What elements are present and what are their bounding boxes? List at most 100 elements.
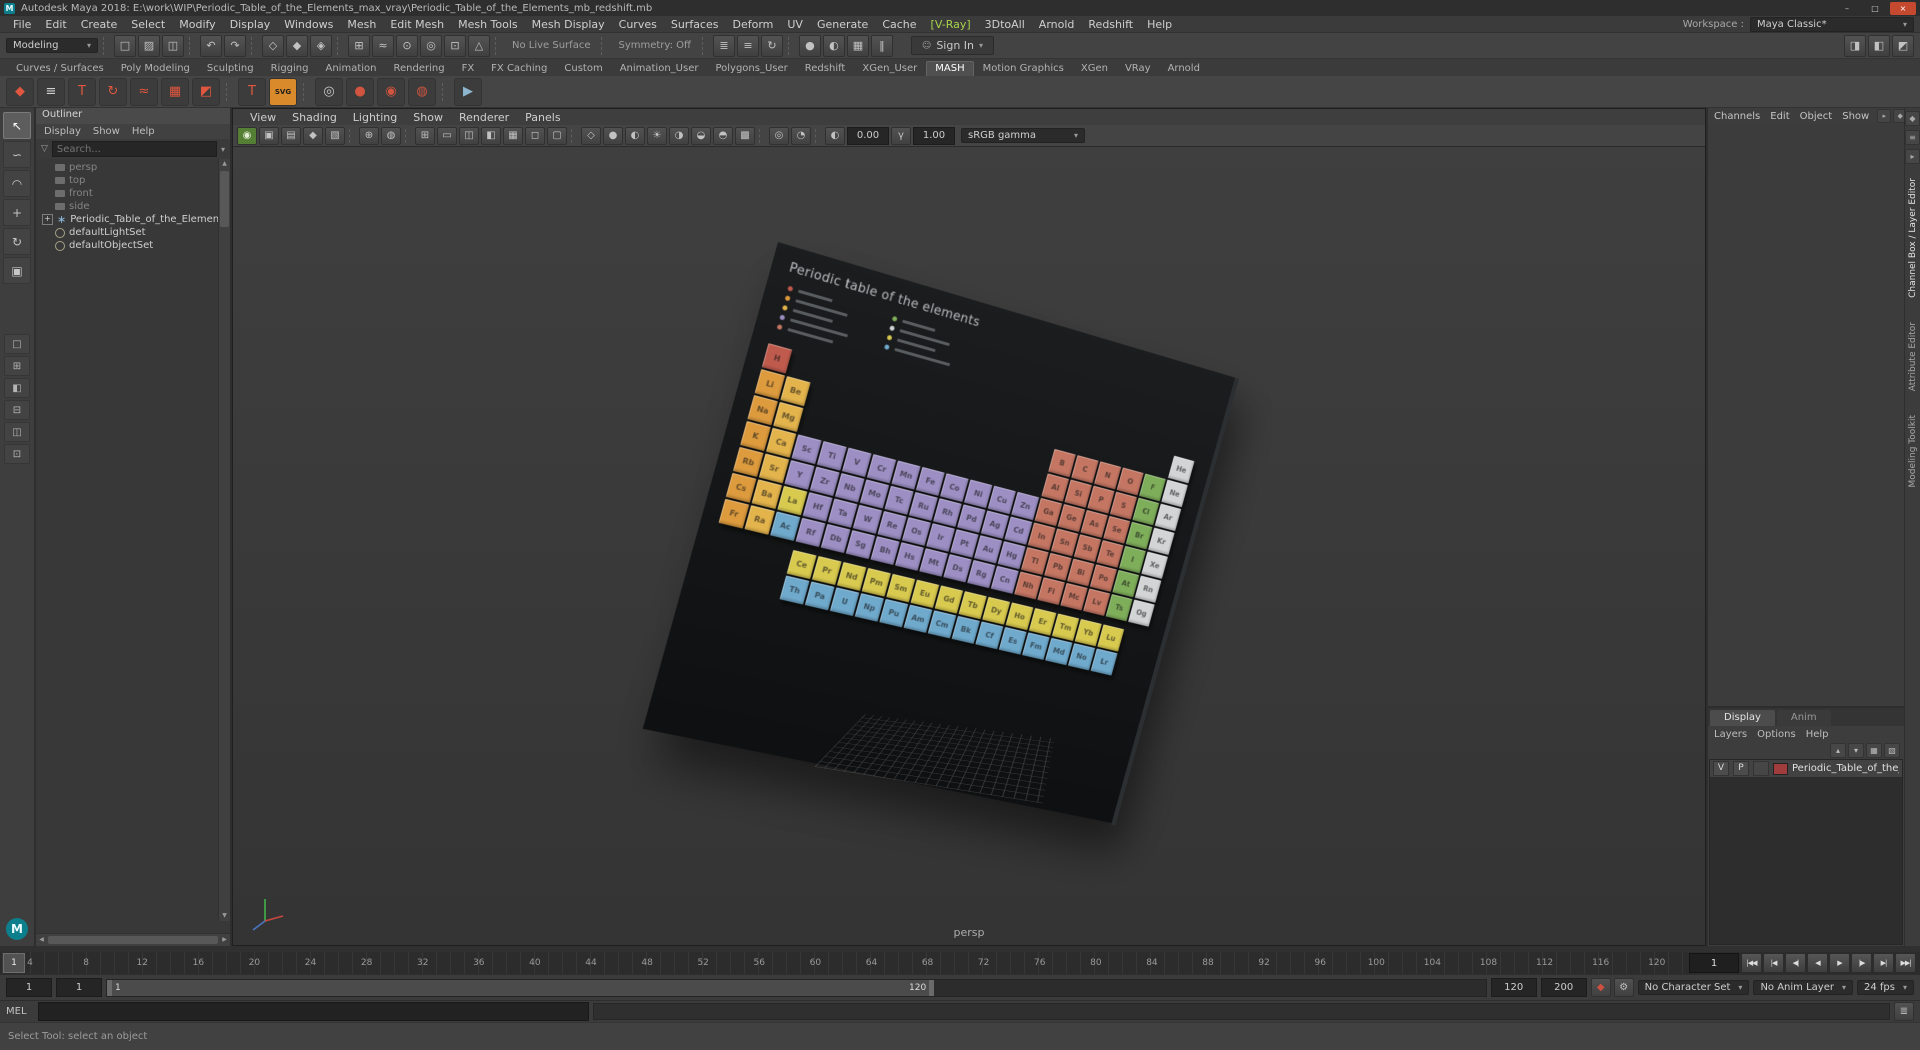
mash-type-icon[interactable]: T: [68, 78, 96, 106]
move-tool-icon[interactable]: +: [3, 199, 31, 226]
layer-editor-menu-help[interactable]: Help: [1806, 729, 1829, 740]
motion-blur-icon[interactable]: ◓: [713, 127, 733, 145]
scale-tool-icon[interactable]: ▣: [3, 257, 31, 284]
menu-curves[interactable]: Curves: [612, 18, 664, 31]
side-tab-channel-box-layer-editor[interactable]: Channel Box / Layer Editor: [1908, 168, 1918, 308]
outliner-menu-display[interactable]: Display: [44, 126, 81, 137]
outliner-menu-show[interactable]: Show: [93, 126, 120, 137]
menu-file[interactable]: File: [6, 18, 38, 31]
range-handle-right[interactable]: [929, 980, 934, 996]
lock-camera-icon[interactable]: ▣: [259, 127, 279, 145]
step-back-key-button[interactable]: ◀|: [1785, 953, 1806, 973]
layout-single-pane-icon[interactable]: □: [4, 334, 30, 354]
range-handle-left[interactable]: [107, 980, 112, 996]
shelf-tab-motion-graphics[interactable]: Motion Graphics: [975, 62, 1072, 76]
close-button[interactable]: ×: [1890, 2, 1916, 15]
menu-uv[interactable]: UV: [780, 18, 810, 31]
menu-generate[interactable]: Generate: [810, 18, 875, 31]
ufo-icon[interactable]: ◉: [377, 78, 405, 106]
scrollbar-thumb[interactable]: [48, 936, 218, 944]
layer-editor-tab-display[interactable]: Display: [1710, 710, 1775, 726]
layer-type-box[interactable]: [1753, 761, 1769, 776]
menu-modify[interactable]: Modify: [172, 18, 222, 31]
play-forwards-button[interactable]: ▶: [1829, 953, 1850, 973]
scrollbar-thumb[interactable]: [220, 171, 229, 227]
outliner-item-persp[interactable]: persp: [36, 161, 230, 174]
collapse-panel-icon[interactable]: ▸: [1905, 149, 1920, 164]
snap-point-icon[interactable]: ⊙: [396, 35, 418, 57]
go-to-end-button[interactable]: ▶▶|: [1895, 953, 1916, 973]
shadows-icon[interactable]: ◑: [669, 127, 689, 145]
shelf-tab-xgen-user[interactable]: XGen_User: [854, 62, 925, 76]
mash-curve-icon[interactable]: ≈: [130, 78, 158, 106]
menu-v-ray[interactable]: [V-Ray]: [924, 18, 978, 31]
command-result-field[interactable]: [593, 1003, 1890, 1020]
snap-grid-icon[interactable]: ⊞: [348, 35, 370, 57]
animation-end-field[interactable]: [1541, 978, 1587, 997]
layout-animation-icon[interactable]: ◫: [4, 422, 30, 442]
scroll-right-icon[interactable]: ▶: [219, 935, 230, 945]
two-d-pan-zoom-icon[interactable]: ⊕: [359, 127, 379, 145]
layer-playback-toggle[interactable]: P: [1733, 761, 1749, 776]
command-language-label[interactable]: MEL: [6, 1006, 34, 1017]
go-to-start-button[interactable]: |◀◀: [1741, 953, 1762, 973]
menu-create[interactable]: Create: [74, 18, 125, 31]
playback-range[interactable]: 1 120: [107, 980, 934, 996]
safe-title-icon[interactable]: ▢: [547, 127, 567, 145]
show-attribute-editor-icon[interactable]: ◨: [1844, 35, 1866, 57]
panel-menu-icon[interactable]: ≡: [1905, 130, 1920, 145]
channel-box-menu-edit[interactable]: Edit: [1770, 111, 1789, 122]
shelf-tab-rendering[interactable]: Rendering: [385, 62, 452, 76]
resolution-gate-icon[interactable]: ◫: [459, 127, 479, 145]
shelf-tab-animation[interactable]: Animation: [318, 62, 385, 76]
mash-repro-icon[interactable]: ↻: [99, 78, 127, 106]
multisample-icon[interactable]: ▩: [735, 127, 755, 145]
snap-curve-icon[interactable]: ≈: [372, 35, 394, 57]
ssao-icon[interactable]: ◒: [691, 127, 711, 145]
menu-mesh-display[interactable]: Mesh Display: [525, 18, 612, 31]
menu-help[interactable]: Help: [1140, 18, 1179, 31]
mash-network-icon[interactable]: ◆: [6, 78, 34, 106]
layer-visibility-toggle[interactable]: V: [1713, 761, 1729, 776]
current-time-field[interactable]: [1689, 953, 1739, 973]
outliner-item-periodic-table-of-the-elements-ncl1[interactable]: +∗Periodic_Table_of_the_Elements_ncl1: [36, 213, 230, 226]
menu-3dtoall[interactable]: 3DtoAll: [978, 18, 1032, 31]
shelf-tab-fx[interactable]: FX: [454, 62, 483, 76]
textured-icon[interactable]: ◐: [625, 127, 645, 145]
menu-arnold[interactable]: Arnold: [1032, 18, 1082, 31]
image-plane-icon[interactable]: ▧: [325, 127, 345, 145]
svg-tool-icon[interactable]: SVG: [269, 78, 297, 106]
time-slider-track[interactable]: 4812162024283236404448525660646872768084…: [2, 952, 1685, 974]
poly-torus-icon[interactable]: ◎: [315, 78, 343, 106]
shelf-tab-curves-surfaces[interactable]: Curves / Surfaces: [8, 62, 112, 76]
side-tab-attribute-editor[interactable]: Attribute Editor: [1908, 312, 1918, 401]
workspace-dropdown[interactable]: Maya Classic* ▾: [1750, 17, 1914, 32]
show-tool-settings-icon[interactable]: ◧: [1868, 35, 1890, 57]
poly-sphere-icon[interactable]: ●: [346, 78, 374, 106]
select-component-icon[interactable]: ◈: [310, 35, 332, 57]
menu-cache[interactable]: Cache: [875, 18, 923, 31]
ipr-render-icon[interactable]: ◐: [823, 35, 845, 57]
auto-keyframe-icon[interactable]: ◆: [1591, 978, 1611, 997]
chevron-down-icon[interactable]: ▾: [221, 145, 225, 154]
oversampling-icon[interactable]: ◍: [381, 127, 401, 145]
step-forward-key-button[interactable]: |▶: [1851, 953, 1872, 973]
symmetry-status[interactable]: Symmetry: Off: [612, 40, 696, 51]
open-scene-icon[interactable]: ▨: [138, 35, 160, 57]
shelf-tab-arnold[interactable]: Arnold: [1160, 62, 1208, 76]
viewport-menu-show[interactable]: Show: [406, 111, 450, 124]
character-set-select[interactable]: No Character Set ▾: [1638, 980, 1750, 995]
viewport-renderer-active-icon[interactable]: ◉: [237, 127, 257, 145]
mash-list-icon[interactable]: ≡: [37, 78, 65, 106]
shelf-tab-custom[interactable]: Custom: [556, 62, 610, 76]
outliner-item-defaultobjectset[interactable]: defaultObjectSet: [36, 239, 230, 252]
filter-icon[interactable]: ▽: [41, 144, 48, 154]
channel-box-menu-channels[interactable]: Channels: [1714, 111, 1760, 122]
select-object-icon[interactable]: ◆: [286, 35, 308, 57]
pin-panel-icon[interactable]: ◆: [1905, 111, 1920, 126]
redo-icon[interactable]: ↷: [224, 35, 246, 57]
render-frame-icon[interactable]: ●: [799, 35, 821, 57]
view-transform-select[interactable]: sRGB gamma ▾: [961, 128, 1085, 143]
paint-select-tool-icon[interactable]: ◠: [3, 170, 31, 197]
outliner-item-defaultlightset[interactable]: defaultLightSet: [36, 226, 230, 239]
